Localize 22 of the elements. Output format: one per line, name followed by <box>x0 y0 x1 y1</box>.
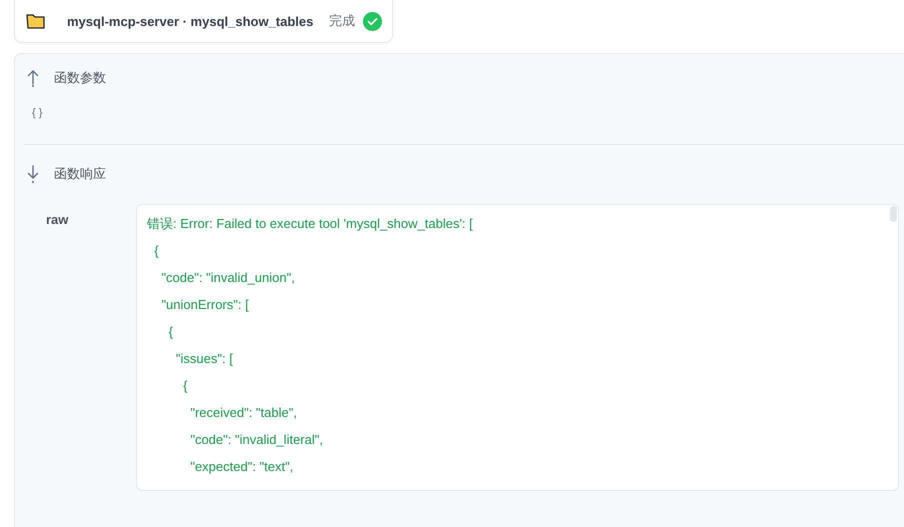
section-title: 函数响应 <box>54 165 106 183</box>
tool-card[interactable]: mysql-mcp-server · mysql_show_tables 完成 <box>14 0 393 43</box>
params-text: { } <box>31 106 44 121</box>
raw-label: raw <box>45 211 70 229</box>
code-line: { <box>168 323 174 341</box>
code-line: "issues": [ <box>174 350 234 368</box>
code-line: { <box>182 377 188 395</box>
code-line: "unionErrors": [ <box>160 296 250 314</box>
code-line: "received": "table", <box>189 404 298 422</box>
folder-icon <box>26 13 46 29</box>
code-line: { <box>153 242 160 260</box>
section-title: 函数参数 <box>54 69 106 87</box>
status-label: 完成 <box>329 12 355 30</box>
check-icon <box>363 12 382 30</box>
code-line: "code": "invalid_union", <box>160 269 296 287</box>
scrollbar-thumb[interactable] <box>890 206 897 222</box>
code-line: "code": "invalid_literal", <box>189 431 324 449</box>
arrow-down-icon <box>27 165 39 183</box>
tool-title: mysql-mcp-server · mysql_show_tables <box>67 14 314 28</box>
arrow-up-icon <box>27 69 39 87</box>
code-line: 错误: Error: Failed to execute tool 'mysql_show_tables': [ <box>147 215 474 233</box>
code-line: "expected": "text", <box>189 458 294 476</box>
